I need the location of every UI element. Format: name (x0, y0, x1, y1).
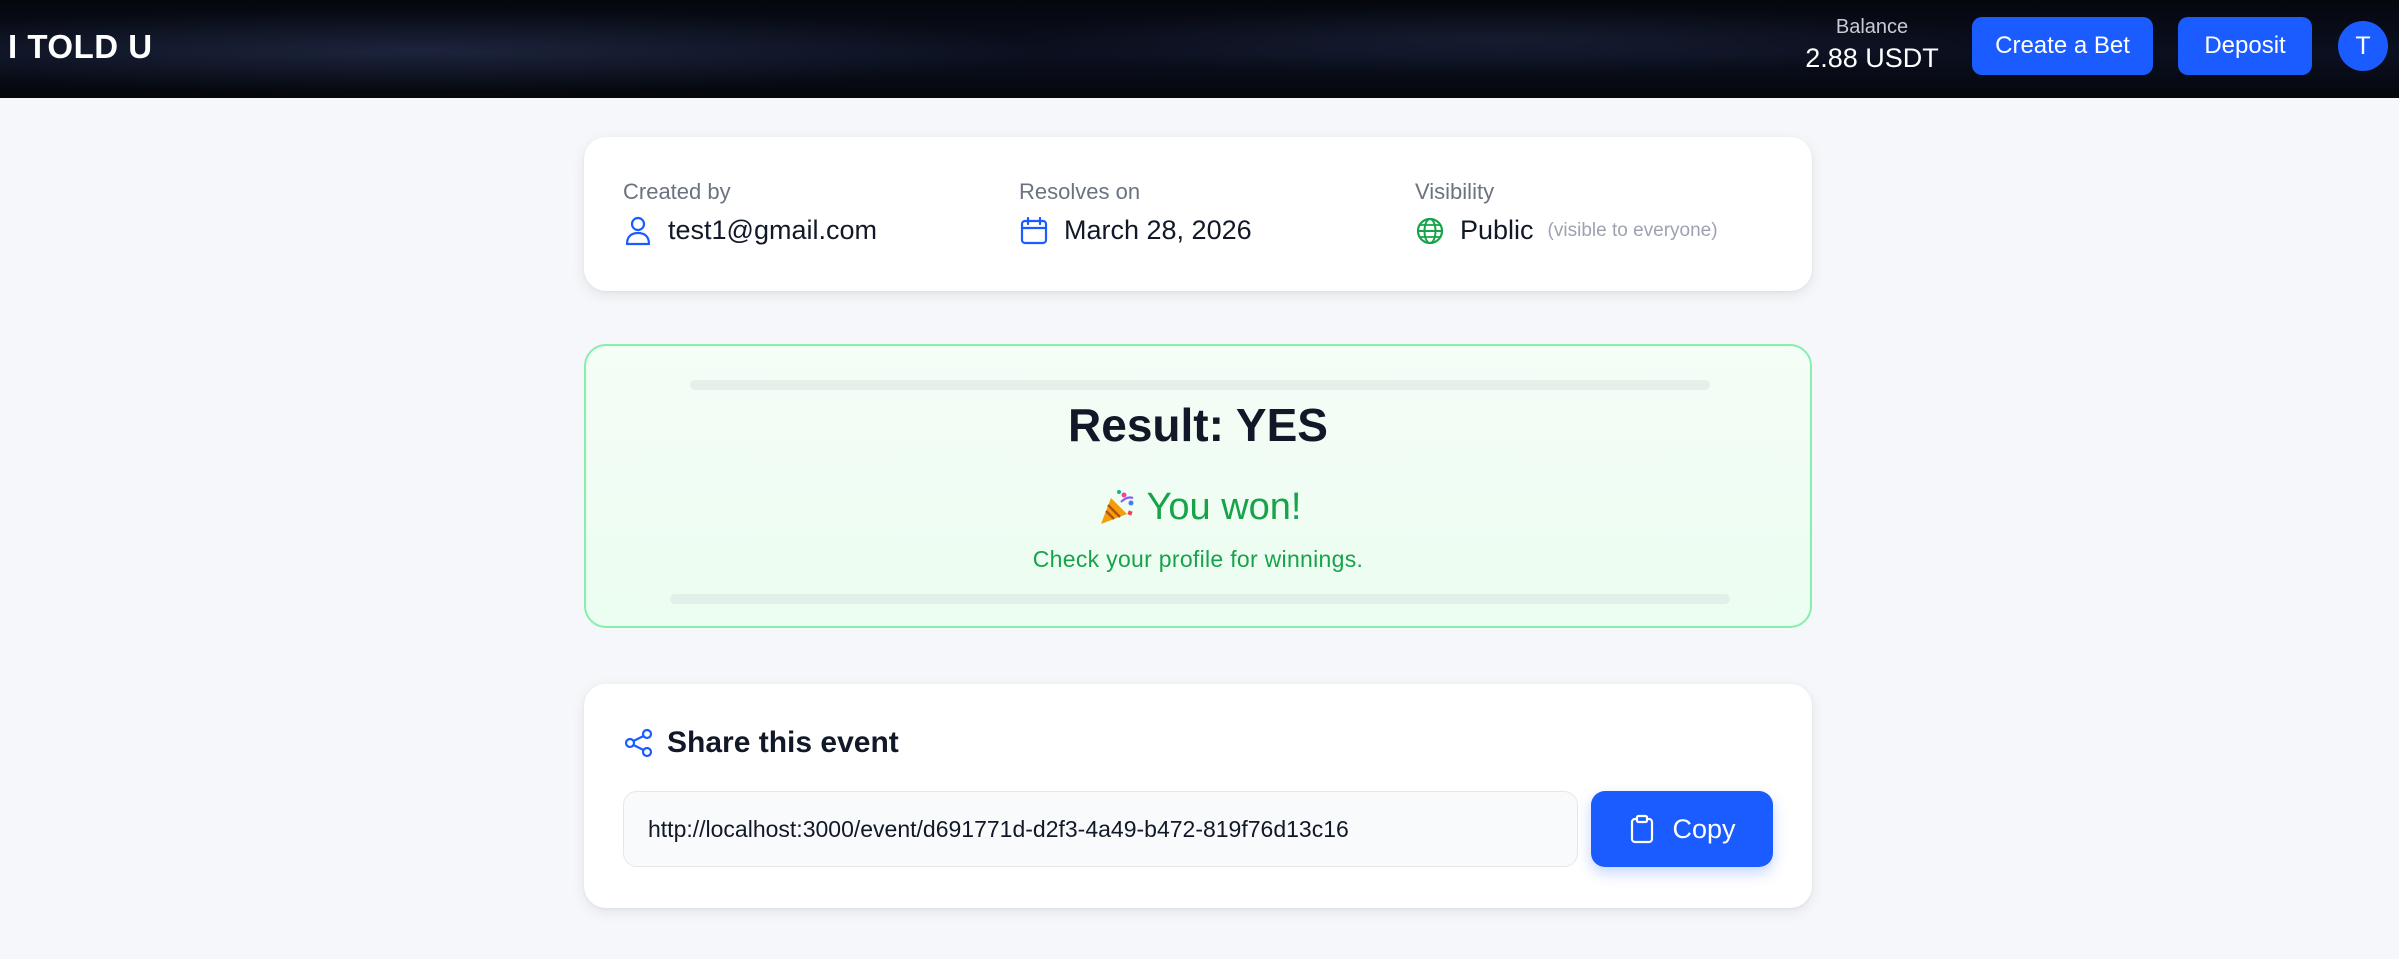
win-text: You won! (1146, 486, 1302, 528)
calendar-icon (1019, 216, 1049, 246)
resolves-on-label: Resolves on (1019, 179, 1141, 204)
deposit-button[interactable]: Deposit (2178, 17, 2312, 75)
share-title: Share this event (667, 726, 899, 759)
win-message: You won! (586, 486, 1810, 529)
result-card: Result: YES You won! Check your profile … (584, 344, 1812, 628)
share-card: Share this event Copy (584, 684, 1812, 908)
created-by-section: Created by test1@gmail.com (623, 179, 877, 246)
share-icon (623, 727, 655, 759)
party-popper-icon (1095, 488, 1139, 528)
result-decoration-bottom (670, 594, 1730, 604)
copy-button[interactable]: Copy (1591, 791, 1773, 867)
user-icon (623, 216, 653, 246)
globe-icon (1415, 216, 1445, 246)
resolves-on-section: Resolves on March 28, 2026 (1019, 179, 1252, 246)
top-navbar: I TOLD U Balance 2.88 USDT Create a Bet … (0, 0, 2399, 98)
resolve-date: March 28, 2026 (1064, 215, 1252, 245)
brand-logo[interactable]: I TOLD U (8, 28, 153, 66)
visibility-section: Visibility Public (visible to everyone) (1415, 179, 1718, 246)
visibility-note: (visible to everyone) (1547, 219, 1718, 241)
creator-email: test1@gmail.com (668, 215, 877, 245)
balance-display: Balance 2.88 USDT (1797, 16, 1947, 74)
balance-label: Balance (1835, 16, 1909, 38)
clipboard-icon (1628, 814, 1656, 844)
result-title: Result: YES (1068, 399, 1328, 451)
share-url-input[interactable] (623, 791, 1578, 867)
create-bet-button[interactable]: Create a Bet (1972, 17, 2153, 75)
visibility-value: Public (1460, 215, 1534, 245)
event-info-card: Created by test1@gmail.com Resolves on M… (584, 137, 1812, 291)
result-decoration-top (690, 380, 1710, 390)
user-avatar[interactable]: T (2338, 21, 2388, 71)
created-by-label: Created by (623, 179, 731, 204)
copy-label: Copy (1672, 813, 1736, 844)
balance-value: 2.88 USDT (1805, 43, 1939, 73)
share-header: Share this event (623, 726, 899, 760)
visibility-label: Visibility (1415, 179, 1495, 204)
winnings-hint: Check your profile for winnings. (1032, 546, 1364, 572)
